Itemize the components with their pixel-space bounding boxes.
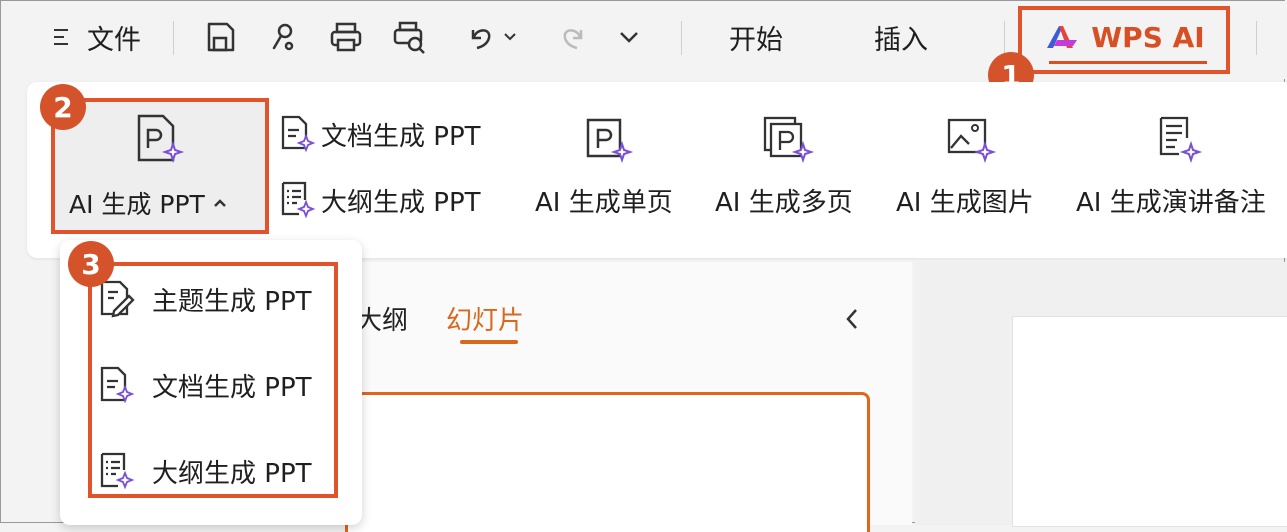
highlight-wps-ai (1018, 6, 1230, 74)
tab-insert-label: 插入 (874, 24, 928, 56)
print-preview-button[interactable] (386, 1, 432, 73)
highlight-dropdown (88, 262, 338, 498)
divider (681, 21, 682, 55)
tab-slides[interactable]: 幻灯片 (446, 300, 524, 337)
tab-start-label: 开始 (729, 24, 783, 56)
highlight-ai-ppt (51, 98, 269, 234)
ai-single-page-label: AI 生成单页 (535, 188, 673, 218)
slide-thumbnail[interactable] (345, 392, 870, 532)
ai-multi-page-button[interactable]: AI 生成多页 (709, 102, 869, 242)
outline-generate-ppt-label: 大纲生成 PPT (321, 187, 481, 218)
multi-page-sparkle-icon (763, 116, 815, 164)
more-dropdown-button[interactable] (609, 1, 649, 73)
outline-sparkle-icon (281, 181, 315, 219)
ai-single-page-button[interactable]: AI 生成单页 (527, 102, 687, 242)
share-button[interactable] (261, 1, 307, 73)
divider (1004, 21, 1005, 55)
divider (173, 21, 174, 55)
doc-generate-ppt-button[interactable]: 文档生成 PPT (279, 114, 481, 154)
tab-insert[interactable]: 插入 (856, 1, 946, 73)
ai-image-button[interactable]: AI 生成图片 (891, 102, 1051, 242)
image-sparkle-icon (947, 118, 997, 164)
chevron-down-icon (504, 33, 516, 41)
slide-canvas[interactable] (1012, 316, 1287, 527)
ai-notes-label: AI 生成演讲备注 (1076, 188, 1266, 218)
save-button[interactable] (197, 1, 243, 73)
chevron-down-icon (620, 32, 638, 43)
notes-sparkle-icon (1159, 116, 1203, 164)
undo-button[interactable] (456, 1, 526, 73)
file-menu[interactable]: 文件 (41, 1, 151, 73)
chevron-left-icon[interactable] (842, 306, 862, 332)
undo-icon (471, 29, 491, 50)
redo-button[interactable] (547, 1, 597, 73)
link-icon (272, 23, 294, 51)
hamburger-icon (54, 29, 68, 45)
ai-multi-page-label: AI 生成多页 (715, 188, 853, 218)
tab-outline[interactable]: 大纲 (356, 300, 408, 337)
single-page-sparkle-icon (586, 118, 634, 164)
document-sparkle-icon (281, 115, 315, 153)
tab-start[interactable]: 开始 (711, 1, 801, 73)
active-tab-underline (460, 340, 518, 344)
ai-notes-button[interactable]: AI 生成演讲备注 (1073, 102, 1287, 242)
print-button[interactable] (323, 1, 369, 73)
printer-icon (330, 22, 362, 52)
step-badge-2: 2 (40, 84, 86, 130)
ai-image-label: AI 生成图片 (896, 188, 1034, 218)
redo-icon (563, 29, 583, 50)
save-icon (207, 22, 235, 52)
doc-generate-ppt-label: 文档生成 PPT (321, 121, 481, 152)
divider (1256, 21, 1257, 55)
outline-generate-ppt-button[interactable]: 大纲生成 PPT (279, 180, 481, 220)
print-preview-icon (393, 21, 425, 54)
step-badge-3: 3 (68, 241, 114, 287)
file-menu-label: 文件 (87, 24, 141, 56)
